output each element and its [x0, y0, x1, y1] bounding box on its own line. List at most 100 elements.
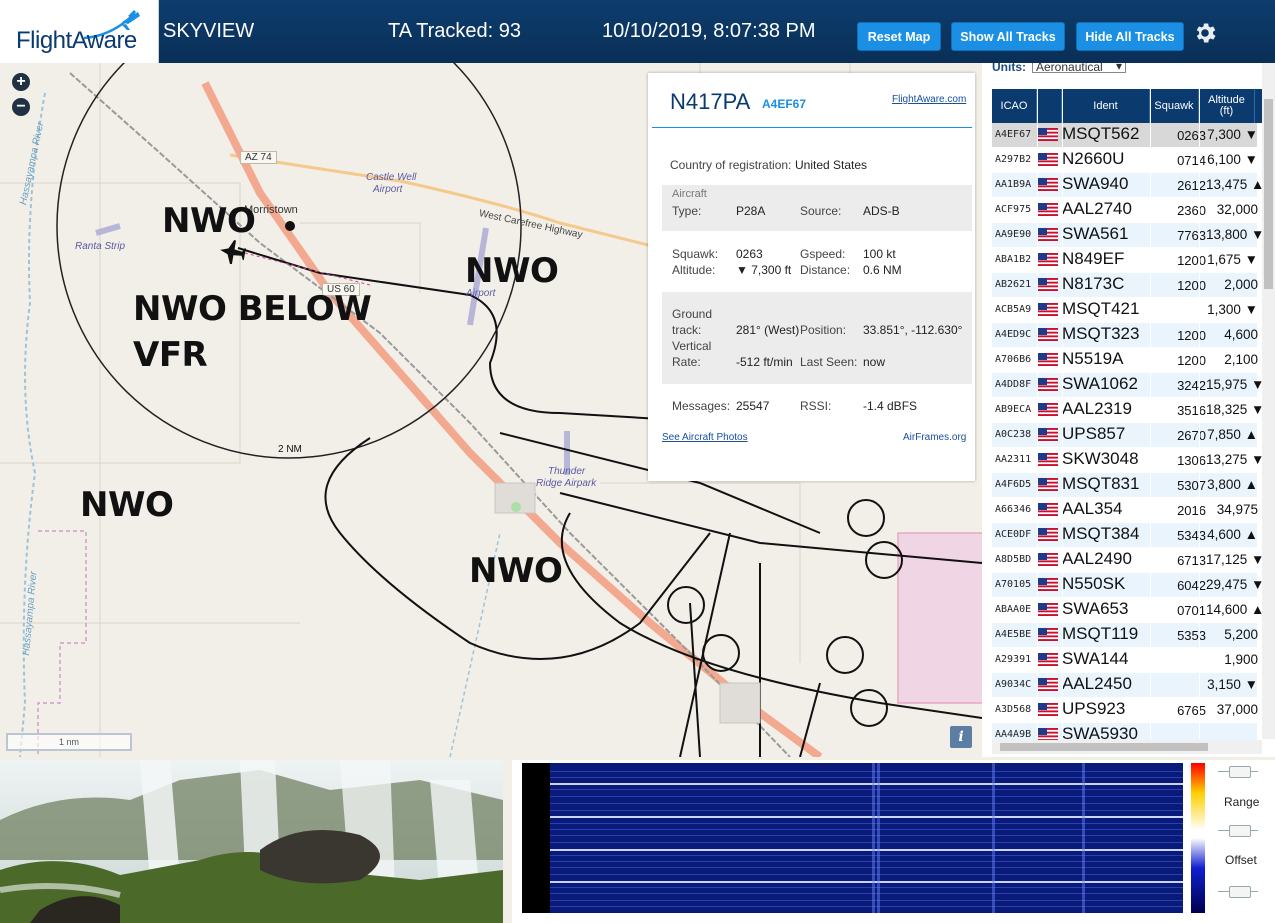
- table-row[interactable]: A4ED9C MSQT323 1200 4,600: [992, 323, 1258, 347]
- row-icao: A4ED9C: [995, 329, 1032, 340]
- us-flag-icon: [1038, 553, 1058, 566]
- table-row[interactable]: AA2311 SKW3048 1306 13,275 ▼: [992, 448, 1265, 472]
- hwy-az74-label: AZ 74: [240, 151, 277, 164]
- annotation-nwo-4: NWO: [469, 551, 563, 591]
- slider-top-handle[interactable]: [1229, 766, 1251, 778]
- table-horizontal-scrollbar[interactable]: [992, 740, 1262, 754]
- rate-label: Rate:: [672, 355, 701, 369]
- table-row[interactable]: AA9E90 SWA561 7763 13,800 ▼: [992, 223, 1265, 247]
- gear-icon[interactable]: [1192, 20, 1218, 46]
- table-row[interactable]: A297B2 N2660U 0714 6,100 ▼: [992, 148, 1258, 172]
- column-header-squawk[interactable]: Squawk: [1150, 89, 1199, 123]
- row-icao: A706B6: [995, 354, 1032, 365]
- table-row[interactable]: ACB5A9 MSQT421 1,300 ▼: [992, 298, 1258, 322]
- column-header-icao[interactable]: ICAO: [992, 89, 1037, 123]
- table-row[interactable]: A4F6D5 MSQT831 5307 3,800 ▲: [992, 473, 1258, 497]
- castle-well-airport-label: Airport: [373, 184, 403, 195]
- us-flag-icon: [1038, 478, 1058, 491]
- row-icao: A66346: [995, 504, 1032, 515]
- row-altitude: 13,275 ▼: [1206, 452, 1265, 467]
- table-row[interactable]: ABAA0E SWA653 0701 14,600 ▲: [992, 598, 1264, 622]
- table-row[interactable]: A3D568 UPS923 6765 37,000: [992, 698, 1258, 722]
- row-altitude: 13,800 ▼: [1206, 227, 1265, 242]
- offset-slider-handle[interactable]: [1229, 886, 1251, 898]
- table-vertical-scrollbar[interactable]: [1262, 63, 1275, 739]
- logo-text: FlightAware: [16, 27, 137, 54]
- row-ident: N2660U: [1062, 149, 1125, 168]
- row-altitude: 4,600 ▲: [1207, 527, 1258, 542]
- current-datetime: 10/10/2019, 8:07:38 PM: [602, 20, 816, 42]
- rssi-label: RSSI:: [800, 399, 832, 413]
- table-row[interactable]: A70105 N550SK 6042 29,475 ▼: [992, 573, 1264, 597]
- aircraft-marker-icon: [220, 240, 246, 265]
- column-divider: [1150, 89, 1151, 739]
- aircraft-table-panel: Units: Aeronautical ▾ ICAO Ident Squawk …: [982, 63, 1275, 757]
- row-ident: MSQT421: [1062, 299, 1140, 318]
- column-header-altitude[interactable]: Altitude (ft): [1199, 89, 1255, 123]
- table-row[interactable]: AB2621 N8173C 1200 2,000: [992, 273, 1258, 297]
- range-label: Range: [1224, 795, 1260, 809]
- type-value: P28A: [736, 204, 766, 218]
- row-ident: N8173C: [1062, 274, 1125, 293]
- table-row[interactable]: ACE0DF MSQT384 5343 4,600 ▲: [992, 523, 1258, 547]
- row-icao: A8D5BD: [995, 554, 1032, 565]
- column-header-flag[interactable]: [1037, 89, 1062, 123]
- spectrum-line: [550, 835, 1183, 836]
- flightaware-logo[interactable]: FlightAware: [0, 0, 159, 63]
- table-row[interactable]: AB9ECA AAL2319 3516 18,325 ▼: [992, 398, 1264, 422]
- position-label: Position:: [800, 323, 847, 337]
- row-ident: N849EF: [1062, 249, 1125, 268]
- spectrum-line: [550, 861, 1183, 862]
- table-row[interactable]: A9034C AAL2450 3,150 ▼: [992, 673, 1258, 697]
- units-label: Units:: [992, 63, 1026, 74]
- row-altitude: 1,675 ▼: [1207, 252, 1258, 267]
- row-altitude: 34,975: [1216, 502, 1258, 517]
- info-icon[interactable]: i: [950, 726, 972, 748]
- row-ident: AAL2490: [1062, 549, 1132, 568]
- spectrum-column: [992, 763, 995, 913]
- units-select[interactable]: Aeronautical ▾: [1032, 63, 1126, 74]
- zoom-out-button[interactable]: −: [12, 98, 30, 116]
- track-label: track:: [672, 323, 702, 337]
- annotation-nwo-1: NWO: [162, 201, 256, 241]
- row-ident: N550SK: [1062, 574, 1126, 593]
- track-band: [662, 292, 972, 384]
- reset-map-button[interactable]: Reset Map: [857, 22, 941, 51]
- us-flag-icon: [1038, 378, 1058, 391]
- show-all-tracks-button[interactable]: Show All Tracks: [951, 22, 1065, 51]
- aircraft-photos-link[interactable]: See Aircraft Photos: [662, 432, 748, 443]
- distance-value: 0.6 NM: [863, 263, 902, 277]
- table-row[interactable]: A8D5BD AAL2490 6713 17,125 ▼: [992, 548, 1265, 572]
- table-row[interactable]: A66346 AAL354 2016 34,975: [992, 498, 1258, 522]
- spectrum-column: [877, 763, 880, 913]
- zoom-in-button[interactable]: +: [12, 73, 30, 91]
- airframes-link[interactable]: AirFrames.org: [903, 432, 966, 443]
- table-row[interactable]: A29391 SWA144 1,900: [992, 648, 1258, 672]
- table-row[interactable]: A4EF67 MSQT562 0263 7,300 ▼: [992, 123, 1258, 147]
- row-icao: ABAA0E: [995, 604, 1032, 615]
- row-ident: AAL2450: [1062, 674, 1132, 693]
- hide-all-tracks-button[interactable]: Hide All Tracks: [1076, 22, 1184, 51]
- offset-label: Offset: [1225, 853, 1257, 867]
- spectrum-line: [550, 777, 1183, 778]
- table-row[interactable]: ACF975 AAL2740 2360 32,000: [992, 198, 1258, 222]
- column-header-ident[interactable]: Ident: [1062, 89, 1150, 123]
- castle-well-label: Castle Well: [366, 172, 417, 183]
- row-icao: A4DD8F: [995, 379, 1032, 390]
- rate-value: -512 ft/min: [736, 355, 793, 369]
- table-row[interactable]: ABA1B2 N849EF 1200 1,675 ▼: [992, 248, 1258, 272]
- thunder-ridge-airpark-label: Ridge Airpark: [536, 478, 597, 489]
- table-row[interactable]: AA1B9A SWA940 2612 13,475 ▲: [992, 173, 1264, 197]
- table-row[interactable]: A4DD8F SWA1062 3242 15,975 ▼: [992, 373, 1264, 397]
- table-row[interactable]: A4E5BE MSQT119 5353 5,200: [992, 623, 1258, 647]
- scrollbar-thumb[interactable]: [1000, 743, 1208, 751]
- table-row[interactable]: A0C238 UPS857 2670 7,850 ▲: [992, 423, 1258, 447]
- range-slider-handle[interactable]: [1229, 825, 1251, 837]
- row-icao: A3D568: [995, 704, 1032, 715]
- table-row[interactable]: A706B6 N5519A 1200 2,100: [992, 348, 1258, 372]
- spectrum-line: [550, 842, 1183, 843]
- row-icao: A4EF67: [995, 129, 1032, 140]
- scrollbar-thumb[interactable]: [1264, 99, 1273, 289]
- row-altitude: 17,125 ▼: [1206, 552, 1265, 567]
- flightaware-link[interactable]: FlightAware.com: [892, 94, 966, 105]
